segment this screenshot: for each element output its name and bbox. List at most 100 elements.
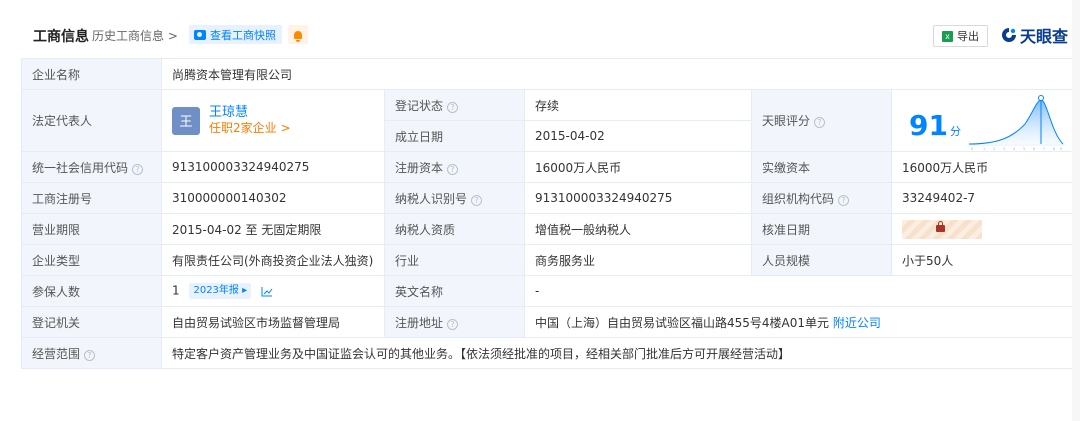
snapshot-button[interactable]: 查看工商快照: [189, 25, 282, 44]
export-button-label: 导出: [957, 30, 979, 43]
credit-code: 913100003324940275: [161, 151, 385, 183]
english-name: -: [524, 275, 1073, 307]
header-bar: 工商信息 历史工商信息 > 查看工商快照 x 导出 天眼查: [0, 0, 1080, 58]
address-label: 注册地址?: [384, 306, 525, 338]
bell-icon: [294, 30, 302, 42]
paid-capital: 16000万人民币: [891, 151, 1073, 183]
table-row: 参保人数 1 2023年报 ▸ 英文名称 -: [21, 275, 1073, 307]
history-link[interactable]: 历史工商信息 >: [92, 27, 178, 44]
taxpayer-label: 纳税人资质: [384, 213, 525, 245]
section-title: 工商信息: [33, 29, 89, 45]
svg-text:6: 6: [1033, 147, 1035, 151]
taxpayer: 增值税一般纳税人: [524, 213, 752, 245]
question-circle-icon[interactable]: ?: [447, 101, 459, 113]
company-name: 尚腾资本管理有限公司: [161, 58, 1073, 90]
camera-icon: [194, 29, 206, 40]
score-distribution-chart: 0 1 2 3 4 5 6 7 8 9: [968, 95, 1065, 151]
svg-text:9: 9: [1060, 147, 1062, 151]
authority-label: 登记机关: [21, 306, 162, 338]
svg-text:7: 7: [1043, 147, 1045, 151]
insured-count: 1: [172, 283, 180, 298]
industry: 商务服务业: [524, 244, 752, 276]
svg-text:8: 8: [1053, 147, 1055, 151]
reg-capital-label: 注册资本?: [384, 151, 525, 183]
org-code: 33249402-7: [891, 182, 1073, 214]
org-code-label: 组织机构代码?: [751, 182, 892, 214]
term: 2015-04-02 至 无固定期限: [161, 213, 385, 245]
reg-status: 存续: [524, 89, 752, 121]
reg-no-label: 工商注册号: [21, 182, 162, 214]
authority: 自由贸易试验区市场监督管理局: [161, 306, 385, 338]
table-row: 营业期限 2015-04-02 至 无固定期限 纳税人资质 增值税一般纳税人 核…: [21, 213, 1073, 245]
score-label: 天眼评分?: [751, 89, 892, 152]
snapshot-button-label: 查看工商快照: [210, 28, 276, 42]
approve-date-cell: [891, 213, 1073, 245]
found-date: 2015-04-02: [524, 120, 752, 152]
question-circle-icon[interactable]: ?: [814, 117, 826, 128]
avatar[interactable]: 王: [172, 106, 200, 135]
insured-cell: 1 2023年报 ▸: [161, 275, 385, 307]
table-row: 经营范围? 特定客户资产管理业务及中国证监会认可的其他业务。【依法须经批准的项目…: [21, 337, 1073, 369]
address: 中国（上海）自由贸易试验区福山路455号4楼A01单元: [535, 315, 830, 330]
reg-no: 310000000140302: [161, 182, 385, 214]
score-cell[interactable]: 91 分 0 1 2 3 4 5 6 7 8 9: [891, 89, 1073, 152]
question-circle-icon[interactable]: ?: [132, 163, 144, 175]
english-label: 英文名称: [384, 275, 525, 307]
question-circle-icon[interactable]: ?: [84, 349, 96, 361]
business-info-table: 企业名称 尚腾资本管理有限公司 法定代表人 王 王琼慧 任职2家企业 > 登记状…: [21, 58, 1073, 369]
svg-text:4: 4: [1013, 147, 1015, 151]
reg-status-label: 登记状态?: [384, 89, 525, 121]
svg-text:1: 1: [983, 147, 985, 151]
type-label: 企业类型: [21, 244, 162, 276]
term-label: 营业期限: [21, 213, 162, 245]
question-circle-icon[interactable]: ?: [838, 194, 850, 206]
table-row: 企业名称 尚腾资本管理有限公司: [21, 58, 1073, 90]
brand-name: 天眼查: [1020, 27, 1069, 46]
found-date-label: 成立日期: [384, 120, 525, 152]
scope-label: 经营范围?: [21, 337, 162, 369]
score-value: 91: [909, 109, 948, 142]
paid-capital-label: 实缴资本: [751, 151, 892, 183]
alert-button[interactable]: [288, 25, 308, 44]
reg-capital: 16000万人民币: [524, 151, 752, 183]
table-row: 工商注册号 310000000140302 纳税人识别号? 9131000033…: [21, 182, 1073, 214]
table-row: 统一社会信用代码? 913100003324940275 注册资本? 16000…: [21, 151, 1073, 183]
staff-label: 人员规模: [751, 244, 892, 276]
legal-rep-cell: 王 王琼慧 任职2家企业 >: [161, 89, 385, 152]
tianyancha-logo-icon: [1002, 28, 1016, 42]
brand-logo[interactable]: 天眼查: [1001, 23, 1068, 47]
svg-text:2: 2: [993, 147, 995, 151]
tax-id: 913100003324940275: [524, 182, 752, 214]
question-circle-icon[interactable]: ?: [471, 194, 483, 206]
nearby-companies-link[interactable]: 附近公司: [833, 316, 881, 330]
table-row: 企业类型 有限责任公司(外商投资企业法人独资) 行业 商务服务业 人员规模 小于…: [21, 244, 1073, 276]
trend-chart-icon[interactable]: [261, 286, 273, 297]
locked-value[interactable]: [902, 219, 982, 239]
tax-id-label: 纳税人识别号?: [384, 182, 525, 214]
scrollbar-track[interactable]: [1072, 0, 1080, 421]
insured-label: 参保人数: [21, 275, 162, 307]
legal-rep-label: 法定代表人: [21, 89, 162, 152]
question-circle-icon[interactable]: ?: [447, 318, 459, 330]
lock-icon: [936, 220, 945, 232]
table-row: 法定代表人 王 王琼慧 任职2家企业 > 登记状态? 存续 天眼评分? 91 分: [21, 89, 1073, 152]
legal-rep-name[interactable]: 王琼慧: [209, 105, 291, 121]
svg-text:5: 5: [1023, 147, 1025, 151]
excel-icon: x: [942, 30, 953, 42]
annual-report-badge[interactable]: 2023年报 ▸: [189, 283, 252, 299]
company-type: 有限责任公司(外商投资企业法人独资): [161, 244, 385, 276]
address-cell: 中国（上海）自由贸易试验区福山路455号4楼A01单元 附近公司: [524, 306, 1073, 338]
staff-size: 小于50人: [891, 244, 1073, 276]
question-circle-icon[interactable]: ?: [447, 163, 459, 175]
approve-date-label: 核准日期: [751, 213, 892, 245]
score-unit: 分: [949, 125, 961, 138]
industry-label: 行业: [384, 244, 525, 276]
svg-text:0: 0: [971, 147, 973, 151]
legal-rep-jobs-link[interactable]: 任职2家企业 >: [209, 121, 291, 136]
export-button[interactable]: x 导出: [933, 25, 988, 47]
credit-code-label: 统一社会信用代码?: [21, 151, 162, 183]
company-name-label: 企业名称: [21, 58, 162, 90]
business-scope: 特定客户资产管理业务及中国证监会认可的其他业务。【依法须经批准的项目，经相关部门…: [161, 337, 1073, 369]
svg-text:3: 3: [1003, 147, 1005, 151]
table-row: 登记机关 自由贸易试验区市场监督管理局 注册地址? 中国（上海）自由贸易试验区福…: [21, 306, 1073, 338]
